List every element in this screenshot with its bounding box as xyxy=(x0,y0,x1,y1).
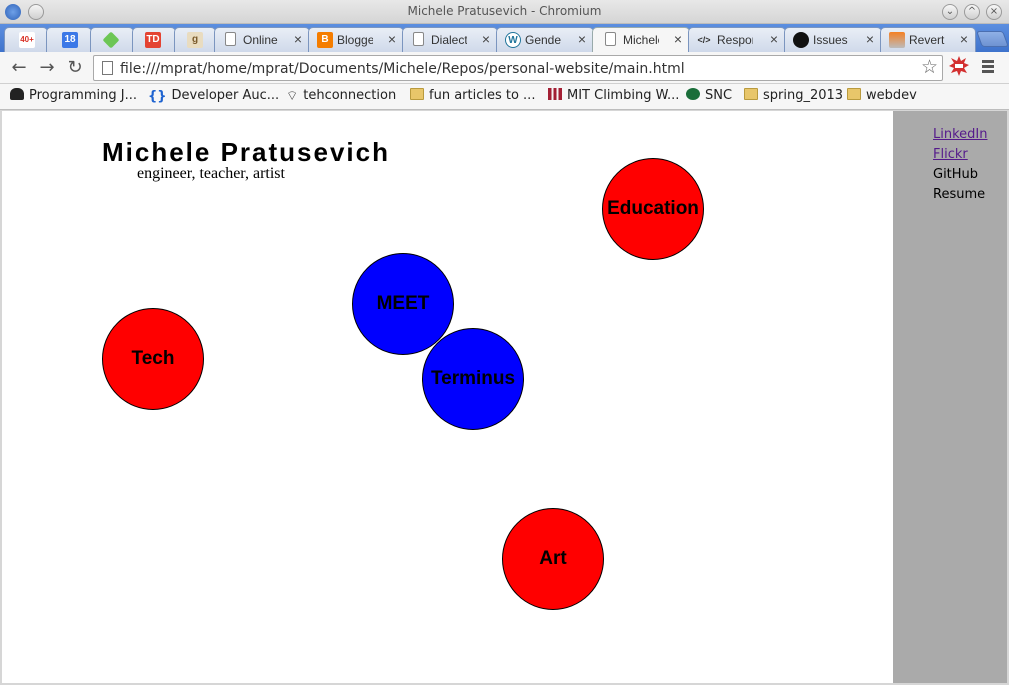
tab-label: Dialect xyxy=(431,33,467,47)
tab-close-icon[interactable]: × xyxy=(482,31,490,47)
tab-issues[interactable]: Issues × xyxy=(784,27,882,52)
tab-close-icon[interactable]: × xyxy=(770,31,778,47)
bookmark-mit-climbing[interactable]: MIT Climbing W... xyxy=(548,88,679,106)
tab-close-icon[interactable]: × xyxy=(960,31,968,47)
bookmark-label: tehconnection xyxy=(303,88,397,103)
window-titlebar: Michele Pratusevich - Chromium ⌄ ^ × xyxy=(0,0,1009,24)
art-bubble[interactable]: Art xyxy=(502,508,604,610)
tab-label: Michele xyxy=(623,33,659,47)
tab-strip: 40+ 18 TD g Online × B Blogger × Dialect… xyxy=(0,24,1009,53)
tab-gmail[interactable]: 40+ xyxy=(4,27,48,52)
tab-close-icon[interactable]: × xyxy=(578,31,586,47)
stackoverflow-icon xyxy=(889,32,905,48)
tab-respon[interactable]: </> Respon × xyxy=(688,27,786,52)
tab-goodreads[interactable]: g xyxy=(174,27,216,52)
page-icon xyxy=(413,32,424,46)
code-icon: </> xyxy=(697,35,711,45)
tab-label: Gender xyxy=(525,33,561,47)
back-button[interactable]: ← xyxy=(8,57,30,79)
github-link[interactable]: GitHub xyxy=(933,167,978,182)
page-icon xyxy=(605,32,616,46)
site-title: Michele Pratusevich xyxy=(102,137,390,167)
bookmark-label: Programming J... xyxy=(29,88,137,103)
site-sidebar: LinkedIn Flickr GitHub Resume xyxy=(893,111,1007,683)
browser-toolbar: ← → ↻ file:///mprat/home/mprat/Documents… xyxy=(0,52,1009,84)
bookmark-label: fun articles to ... xyxy=(429,88,536,103)
tech-bubble[interactable]: Tech xyxy=(102,308,204,410)
bookmark-label: Developer Auc... xyxy=(171,88,280,103)
tab-calendar[interactable]: 18 xyxy=(46,27,92,52)
tab-gender[interactable]: W Gender × xyxy=(496,27,594,52)
braces-icon: {} xyxy=(148,89,167,104)
goodreads-icon: g xyxy=(187,32,203,48)
close-window-button[interactable]: × xyxy=(986,4,1002,20)
bookmark-label: SNC xyxy=(705,88,733,103)
bookmark-webdev[interactable]: webdev xyxy=(847,88,917,106)
bookmark-programming[interactable]: Programming J... xyxy=(10,88,137,106)
page-icon xyxy=(102,61,113,75)
todoist-icon: TD xyxy=(145,32,161,48)
bookmark-spring-2013[interactable]: spring_2013 xyxy=(744,88,843,106)
address-bar[interactable]: file:///mprat/home/mprat/Documents/Miche… xyxy=(93,55,943,81)
bookmark-developer[interactable]: {} Developer Auc... xyxy=(148,88,279,106)
linkedin-link[interactable]: LinkedIn xyxy=(933,127,987,142)
education-bubble[interactable]: Education xyxy=(602,158,704,260)
tab-label: Online xyxy=(243,33,278,47)
gmail-icon: 40+ xyxy=(19,32,35,48)
page-icon xyxy=(225,32,236,46)
tab-michele[interactable]: Michele × xyxy=(592,27,690,53)
tab-close-icon[interactable]: × xyxy=(674,31,682,47)
bookmark-label: spring_2013 xyxy=(763,88,844,103)
wordpress-icon: W xyxy=(505,32,521,48)
extension-badge-icon[interactable] xyxy=(948,55,970,77)
bookmark-label: webdev xyxy=(866,88,917,103)
snc-icon xyxy=(686,88,700,100)
tab-label: Issues xyxy=(813,33,848,47)
flickr-link[interactable]: Flickr xyxy=(933,147,968,162)
reload-button[interactable]: ↻ xyxy=(64,57,86,79)
tab-blogger[interactable]: B Blogger × xyxy=(308,27,404,52)
site-subtitle: engineer, teacher, artist xyxy=(137,165,285,182)
new-tab-button[interactable] xyxy=(976,31,1009,47)
tab-revert[interactable]: Revert × xyxy=(880,27,976,52)
folder-icon xyxy=(744,88,758,100)
window-title: Michele Pratusevich - Chromium xyxy=(407,4,602,18)
page-content: Michele Pratusevich engineer, teacher, a… xyxy=(2,111,893,683)
folder-icon xyxy=(410,88,424,100)
bookmark-star-icon[interactable]: ☆ xyxy=(921,56,938,78)
bookmark-fun-articles[interactable]: fun articles to ... xyxy=(410,88,535,106)
resume-link[interactable]: Resume xyxy=(933,187,985,202)
bookmark-snc[interactable]: SNC xyxy=(686,88,732,106)
bookmark-tehconnection[interactable]: ⌔ tehconnection xyxy=(286,88,396,106)
wifi-icon: ⌔ xyxy=(286,89,299,104)
bookmarks-bar: Programming J... {} Developer Auc... ⌔ teh… xyxy=(0,84,1009,110)
tab-label: Respon xyxy=(717,33,753,47)
tab-feedly[interactable] xyxy=(90,27,134,52)
maximize-button[interactable]: ^ xyxy=(964,4,980,20)
minimize-button[interactable]: ⌄ xyxy=(942,4,958,20)
tab-close-icon[interactable]: × xyxy=(388,31,396,47)
github-icon xyxy=(793,32,809,48)
url-text: file:///mprat/home/mprat/Documents/Miche… xyxy=(120,61,685,77)
mit-icon xyxy=(548,88,562,100)
forward-button[interactable]: → xyxy=(36,57,58,79)
tab-close-icon[interactable]: × xyxy=(866,31,874,47)
spy-icon xyxy=(10,88,24,100)
tab-todoist[interactable]: TD xyxy=(132,27,176,52)
tab-label: Blogger xyxy=(337,33,373,47)
feedly-icon xyxy=(102,31,120,49)
tab-online[interactable]: Online × xyxy=(214,27,310,52)
tab-dialect[interactable]: Dialect × xyxy=(402,27,498,52)
bookmark-label: MIT Climbing W... xyxy=(567,88,680,103)
terminus-bubble[interactable]: Terminus xyxy=(422,328,524,430)
blogger-icon: B xyxy=(317,32,333,48)
chrome-menu-icon[interactable] xyxy=(980,58,998,76)
tab-close-icon[interactable]: × xyxy=(294,31,302,47)
folder-icon xyxy=(847,88,861,100)
calendar-icon: 18 xyxy=(62,32,78,48)
tab-label: Revert xyxy=(909,33,945,47)
